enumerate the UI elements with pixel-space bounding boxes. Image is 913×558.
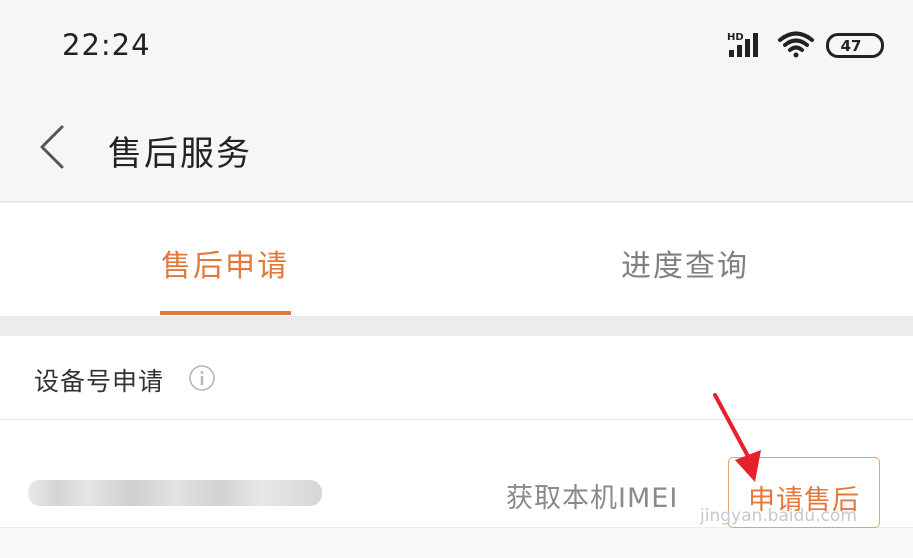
- status-bar: 22:24 HD 47: [0, 0, 913, 92]
- blurred-imei-value: [28, 480, 322, 506]
- tab-bar: 售后申请 进度查询: [0, 203, 913, 316]
- watermark: jingyan.baidu.com: [700, 506, 857, 526]
- status-time: 22:24: [62, 28, 151, 62]
- battery-icon: 47: [826, 33, 884, 58]
- signal-icon: HD: [727, 32, 758, 57]
- info-icon[interactable]: [188, 364, 216, 392]
- section-divider: [0, 316, 913, 336]
- get-imei-link[interactable]: 获取本机IMEI: [506, 476, 678, 515]
- tab-progress-query[interactable]: 进度查询: [535, 203, 835, 316]
- active-tab-indicator: [160, 311, 291, 315]
- tab-label: 进度查询: [621, 249, 749, 284]
- network-label: HD: [727, 32, 744, 43]
- app-header: 售后服务: [0, 92, 913, 202]
- device-number-section: 设备号申请: [0, 336, 913, 420]
- wifi-icon: [778, 31, 814, 58]
- battery-level: 47: [840, 37, 862, 55]
- tab-after-sales-apply[interactable]: 售后申请: [75, 203, 375, 316]
- tab-label: 售后申请: [161, 249, 289, 284]
- chevron-left-icon[interactable]: [30, 122, 76, 172]
- bottom-area: [0, 528, 913, 558]
- section-title: 设备号申请: [34, 367, 165, 396]
- page-title: 售后服务: [108, 134, 252, 174]
